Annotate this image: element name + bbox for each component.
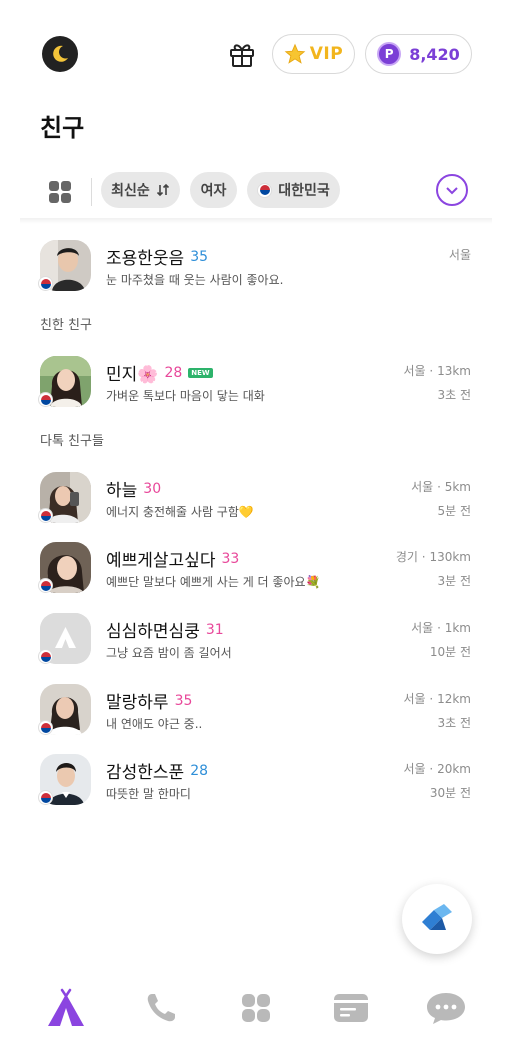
friend-name: 심심하면심쿵 bbox=[106, 622, 200, 642]
profile-status: 눈 마주쳤을 때 웃는 사람이 좋아요. bbox=[106, 273, 284, 287]
country-label: 대한민국 bbox=[278, 183, 330, 199]
friend-location-distance: 경기 · 130km bbox=[395, 550, 471, 564]
korea-flag-icon bbox=[257, 182, 273, 198]
vip-label: VIP bbox=[309, 44, 344, 64]
friend-age: 31 bbox=[205, 621, 224, 638]
filter-bar: 최신순 여자 대한민국 bbox=[0, 166, 512, 220]
korea-flag-icon bbox=[38, 392, 53, 407]
friend-name: 말랑하루 bbox=[106, 693, 169, 713]
bottom-navigation bbox=[0, 966, 512, 1060]
friend-location-distance: 서울 · 1km bbox=[411, 621, 471, 635]
star-icon bbox=[284, 43, 306, 64]
sort-icon bbox=[156, 183, 169, 197]
my-profile-row[interactable]: 조용한웃음 35 눈 마주쳤을 때 웃는 사람이 좋아요. 서울 bbox=[0, 240, 512, 298]
list-item[interactable]: 하늘 30 에너지 충전해줄 사람 구함💛 서울 · 5km 5분 전 bbox=[0, 472, 512, 530]
friend-location-distance: 서울 · 13km bbox=[403, 364, 472, 378]
gender-label: 여자 bbox=[200, 183, 227, 199]
grid-view-icon[interactable] bbox=[46, 178, 74, 206]
friend-age: 28 bbox=[190, 762, 209, 779]
points-button[interactable]: P 8,420 bbox=[365, 34, 472, 74]
list-item[interactable]: 말랑하루 35 내 연애도 야근 중.. 서울 · 12km 3초 전 bbox=[0, 684, 512, 742]
nav-grid-icon[interactable] bbox=[234, 986, 278, 1030]
gift-icon[interactable] bbox=[226, 38, 258, 70]
list-item[interactable]: 예쁘게살고싶다 33 예쁘단 말보다 예쁘게 사는 게 더 좋아요💐 경기 · … bbox=[0, 542, 512, 600]
friend-last-seen: 3초 전 bbox=[437, 716, 471, 730]
expand-filters-chevron-icon[interactable] bbox=[436, 174, 468, 206]
top-bar: VIP P 8,420 bbox=[0, 0, 512, 110]
friend-status: 가벼운 톡보다 마음이 닿는 대화 bbox=[106, 389, 265, 403]
profile-location: 서울 bbox=[448, 248, 471, 262]
friend-name: 민지🌸 bbox=[106, 365, 159, 385]
section-chat-friends: 다톡 친구들 bbox=[40, 434, 104, 449]
nav-chat-icon[interactable] bbox=[424, 986, 468, 1030]
friend-age: 35 bbox=[174, 692, 193, 709]
nav-card-icon[interactable] bbox=[329, 986, 373, 1030]
list-item[interactable]: 민지🌸 28 NEW 가벼운 톡보다 마음이 닿는 대화 서울 · 13km 3… bbox=[0, 356, 512, 414]
friend-status: 에너지 충전해줄 사람 구함💛 bbox=[106, 505, 254, 519]
friend-status: 예쁘단 말보다 예쁘게 사는 게 더 좋아요💐 bbox=[106, 575, 321, 589]
point-coin-icon: P bbox=[377, 42, 402, 66]
friend-age: 30 bbox=[143, 480, 162, 497]
compose-icon bbox=[422, 904, 452, 930]
korea-flag-icon bbox=[38, 578, 53, 593]
korea-flag-icon bbox=[38, 649, 53, 664]
country-chip[interactable]: 대한민국 bbox=[247, 172, 340, 208]
korea-flag-icon bbox=[38, 508, 53, 523]
friend-name: 예쁘게살고싶다 bbox=[106, 551, 216, 571]
friend-location-distance: 서울 · 5km bbox=[411, 480, 471, 494]
list-item[interactable]: 감성한스푼 28 따뜻한 말 한마디 서울 · 20km 30분 전 bbox=[0, 754, 512, 812]
friend-location-distance: 서울 · 12km bbox=[403, 692, 472, 706]
profile-name: 조용한웃음 bbox=[106, 249, 185, 269]
friend-last-seen: 30분 전 bbox=[429, 786, 471, 800]
dark-mode-moon-icon[interactable] bbox=[42, 36, 78, 72]
friend-status: 그냥 요즘 밤이 좀 길어서 bbox=[106, 646, 232, 660]
nav-tent-home-icon[interactable] bbox=[44, 986, 88, 1030]
friend-status: 따뜻한 말 한마디 bbox=[106, 787, 191, 801]
friend-last-seen: 3분 전 bbox=[437, 574, 471, 588]
vip-button[interactable]: VIP bbox=[272, 34, 355, 74]
nav-phone-icon[interactable] bbox=[139, 986, 183, 1030]
friend-last-seen: 3초 전 bbox=[437, 388, 471, 402]
friend-last-seen: 10분 전 bbox=[429, 645, 471, 659]
profile-age: 35 bbox=[190, 248, 209, 265]
korea-flag-icon bbox=[38, 276, 53, 291]
floating-action-button[interactable] bbox=[402, 884, 472, 954]
friend-name: 하늘 bbox=[106, 481, 138, 501]
friend-location-distance: 서울 · 20km bbox=[403, 762, 472, 776]
korea-flag-icon bbox=[38, 790, 53, 805]
sort-label: 최신순 bbox=[111, 183, 150, 199]
filter-bar-shadow bbox=[20, 218, 492, 224]
page-title: 친구 bbox=[40, 114, 85, 142]
friend-age: 28 bbox=[164, 364, 183, 381]
sort-chip[interactable]: 최신순 bbox=[101, 172, 180, 208]
section-close-friends: 친한 친구 bbox=[40, 318, 92, 333]
friend-name: 감성한스푼 bbox=[106, 763, 185, 783]
filter-divider bbox=[91, 178, 92, 206]
new-badge: NEW bbox=[188, 367, 213, 378]
point-balance: 8,420 bbox=[409, 44, 460, 64]
gender-chip[interactable]: 여자 bbox=[190, 172, 237, 208]
friend-age: 33 bbox=[221, 550, 240, 567]
friend-last-seen: 5분 전 bbox=[437, 504, 471, 518]
list-item[interactable]: 심심하면심쿵 31 그냥 요즘 밤이 좀 길어서 서울 · 1km 10분 전 bbox=[0, 613, 512, 671]
friend-status: 내 연애도 야근 중.. bbox=[106, 717, 203, 731]
korea-flag-icon bbox=[38, 720, 53, 735]
